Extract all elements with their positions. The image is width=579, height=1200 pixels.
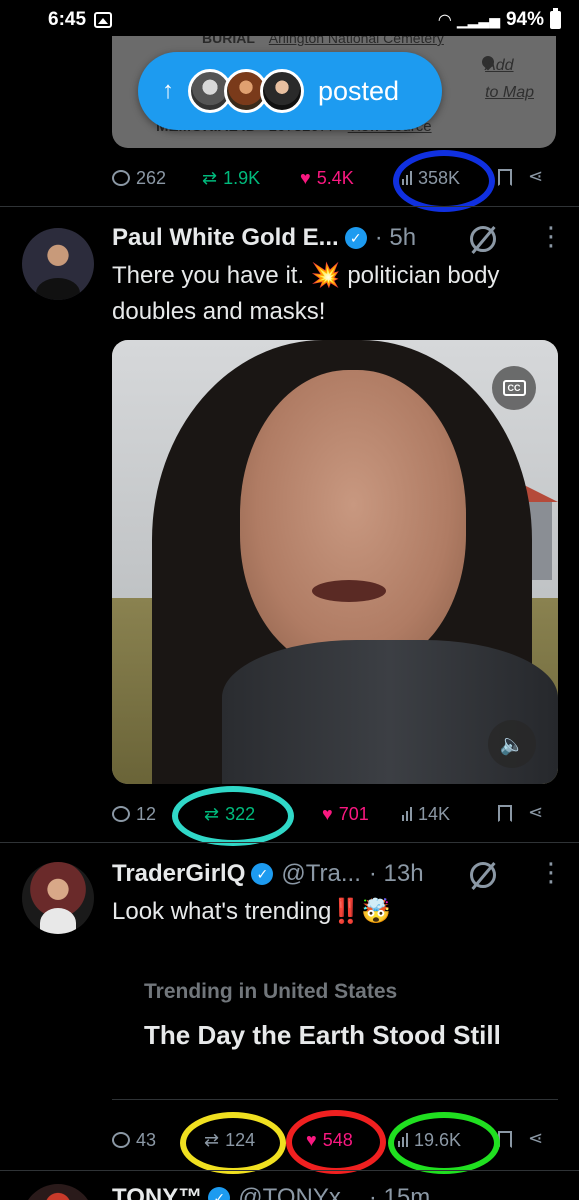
avatar <box>260 69 304 113</box>
trend-title: The Day the Earth Stood Still <box>144 1020 501 1050</box>
divider <box>0 842 579 843</box>
repost-icon: ⇄ <box>202 167 218 188</box>
like-count: 701 <box>338 803 369 824</box>
pill-avatars <box>188 69 304 113</box>
burial-value[interactable]: Arlington National Cemetery <box>269 36 444 46</box>
more-options-icon[interactable]: ⋮ <box>538 223 564 249</box>
tweet-text-line: doubles and masks! <box>112 298 326 325</box>
burial-row: BURIAL Arlington National Cemetery <box>202 36 444 46</box>
heart-icon: ♥ <box>322 803 333 824</box>
tweet-header: TONY™ ✓ @TONYx... · 15m <box>112 1184 430 1200</box>
views-icon <box>402 807 412 821</box>
share-icon[interactable]: ⋖ <box>528 166 543 187</box>
avatar[interactable] <box>22 228 94 300</box>
like-count: 5.4K <box>316 167 354 188</box>
tweet-time[interactable]: · 13h <box>369 860 424 888</box>
pill-label: posted <box>318 75 400 106</box>
bookmark-icon[interactable] <box>498 1131 512 1148</box>
wifi-icon: ◠ <box>438 12 451 29</box>
annotation-circle-green <box>388 1112 500 1174</box>
annotation-circle-red <box>286 1110 386 1174</box>
grok-icon[interactable] <box>470 862 496 888</box>
verified-badge-icon: ✓ <box>344 227 367 249</box>
tweet-header: Paul White Gold E... ✓ · 5h <box>112 224 416 252</box>
reply-icon <box>112 1132 130 1148</box>
burial-label: BURIAL <box>202 36 255 46</box>
tweet-text-line: There you have it. 💥 politician body <box>112 262 500 289</box>
add-to-map-line1: Add <box>485 57 514 74</box>
add-to-map-line2: to Map <box>485 84 534 101</box>
annotation-circle-yellow <box>180 1112 286 1174</box>
reply-button[interactable]: 43 <box>112 1130 156 1151</box>
divider <box>0 1170 579 1171</box>
reply-button[interactable]: 262 <box>112 168 166 189</box>
author-name[interactable]: TONY™ <box>112 1184 202 1200</box>
like-button[interactable]: ♥ 5.4K <box>300 168 354 189</box>
captions-button[interactable]: CC <box>492 366 536 410</box>
reply-count: 262 <box>136 167 167 188</box>
avatar[interactable] <box>22 1184 94 1200</box>
tweet-time[interactable]: · 15m <box>369 1184 430 1200</box>
repost-button[interactable]: ⇄ 1.9K <box>202 168 260 189</box>
like-button[interactable]: ♥ 701 <box>322 804 369 825</box>
annotation-circle-blue <box>393 150 495 212</box>
views-button[interactable]: 14K <box>402 804 450 825</box>
tweet-text: There you have it. 💥 politician body dou… <box>112 258 499 330</box>
status-time: 6:45 <box>48 9 87 30</box>
video-person-face <box>240 370 466 670</box>
new-posts-pill[interactable]: ↑ posted <box>138 52 442 130</box>
divider <box>0 206 579 207</box>
speaker-muted-icon: 🔈 <box>499 733 525 756</box>
video-player[interactable]: CC 🔈 <box>112 340 558 784</box>
trend-subtitle: Trending in United States <box>144 980 398 1003</box>
share-icon[interactable]: ⋖ <box>528 802 543 823</box>
reply-button[interactable]: 12 <box>112 804 156 825</box>
video-person-mouth <box>312 580 386 602</box>
reply-count: 12 <box>136 803 157 824</box>
arrow-up-icon: ↑ <box>162 77 174 104</box>
status-right: ◠ ▁▂▃▅ 94% <box>438 8 561 31</box>
author-name[interactable]: TraderGirlQ <box>112 860 245 888</box>
trending-card[interactable]: Trending in United States The Day the Ea… <box>112 960 558 1100</box>
reply-count: 43 <box>136 1129 157 1150</box>
author-name[interactable]: Paul White Gold E... <box>112 224 339 252</box>
grok-icon[interactable] <box>470 226 496 252</box>
battery-icon <box>550 8 561 29</box>
reply-icon <box>112 806 130 822</box>
avatar[interactable] <box>22 862 94 934</box>
share-icon[interactable]: ⋖ <box>528 1128 543 1149</box>
tweet-header: TraderGirlQ ✓ @Tra... · 13h <box>112 860 424 888</box>
bookmark-icon[interactable] <box>498 805 512 822</box>
status-bar: 6:45 ◠ ▁▂▃▅ 94% <box>0 0 579 40</box>
battery-percent: 94% <box>505 9 544 30</box>
tweet-text: Look what's trending‼️🤯 <box>112 898 392 925</box>
author-handle[interactable]: @Tra... <box>281 860 360 888</box>
gallery-notification-icon <box>94 12 113 28</box>
verified-badge-icon: ✓ <box>251 863 274 885</box>
repost-count: 1.9K <box>223 167 261 188</box>
bookmark-icon[interactable] <box>498 169 512 186</box>
add-to-map-link[interactable]: Add to Map <box>485 52 534 106</box>
author-handle[interactable]: @TONYx... <box>238 1184 361 1200</box>
heart-icon: ♥ <box>300 167 311 188</box>
verified-badge-icon: ✓ <box>208 1187 231 1200</box>
reply-icon <box>112 170 130 186</box>
cc-icon: CC <box>502 380 526 396</box>
volume-button[interactable]: 🔈 <box>488 720 536 768</box>
more-options-icon[interactable]: ⋮ <box>538 859 564 885</box>
views-count: 14K <box>418 803 451 824</box>
tweet-time[interactable]: · 5h <box>375 224 416 252</box>
signal-icon: ▁▂▃▅ <box>456 11 500 28</box>
annotation-circle-cyan <box>172 786 294 846</box>
